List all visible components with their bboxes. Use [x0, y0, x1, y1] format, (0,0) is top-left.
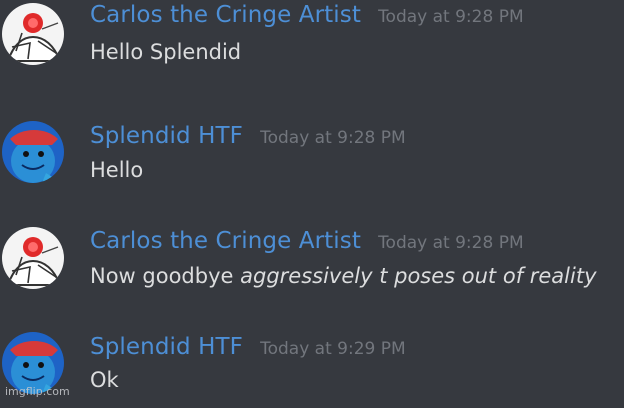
sketch-character-avatar-icon[interactable] — [2, 227, 64, 289]
sketch-character-avatar-icon[interactable] — [2, 3, 64, 65]
imgflip-watermark: imgflip.com — [5, 385, 70, 398]
username[interactable]: Splendid HTF — [90, 334, 243, 360]
message-content: Ok — [90, 368, 119, 392]
blue-squirrel-avatar-icon[interactable] — [2, 121, 64, 183]
timestamp[interactable]: Today at 9:28 PM — [378, 7, 524, 27]
message-content: Hello Splendid — [90, 40, 242, 64]
message-header: Splendid HTF Today at 9:29 PM — [90, 334, 406, 360]
chat-message: Splendid HTF Today at 9:28 PM Hello — [0, 106, 624, 196]
chat-message: Carlos the Cringe Artist Today at 9:28 P… — [0, 212, 624, 302]
timestamp[interactable]: Today at 9:28 PM — [260, 128, 406, 148]
timestamp[interactable]: Today at 9:28 PM — [378, 233, 524, 253]
message-text-plain: Now goodbye — [90, 264, 241, 288]
username[interactable]: Splendid HTF — [90, 123, 243, 149]
message-content: Now goodbye aggressively t poses out of … — [90, 264, 597, 288]
chat-message-list: Carlos the Cringe Artist Today at 9:28 P… — [0, 0, 624, 400]
timestamp[interactable]: Today at 9:29 PM — [260, 339, 406, 359]
username[interactable]: Carlos the Cringe Artist — [90, 228, 361, 254]
message-content: Hello — [90, 158, 144, 182]
chat-message: Carlos the Cringe Artist Today at 9:28 P… — [0, 0, 624, 90]
message-text-italic: aggressively t poses out of reality — [240, 264, 597, 288]
message-header: Carlos the Cringe Artist Today at 9:28 P… — [90, 228, 524, 254]
message-header: Splendid HTF Today at 9:28 PM — [90, 123, 406, 149]
message-header: Carlos the Cringe Artist Today at 9:28 P… — [90, 2, 524, 28]
chat-message: Splendid HTF Today at 9:29 PM Ok — [0, 318, 624, 408]
username[interactable]: Carlos the Cringe Artist — [90, 2, 361, 28]
